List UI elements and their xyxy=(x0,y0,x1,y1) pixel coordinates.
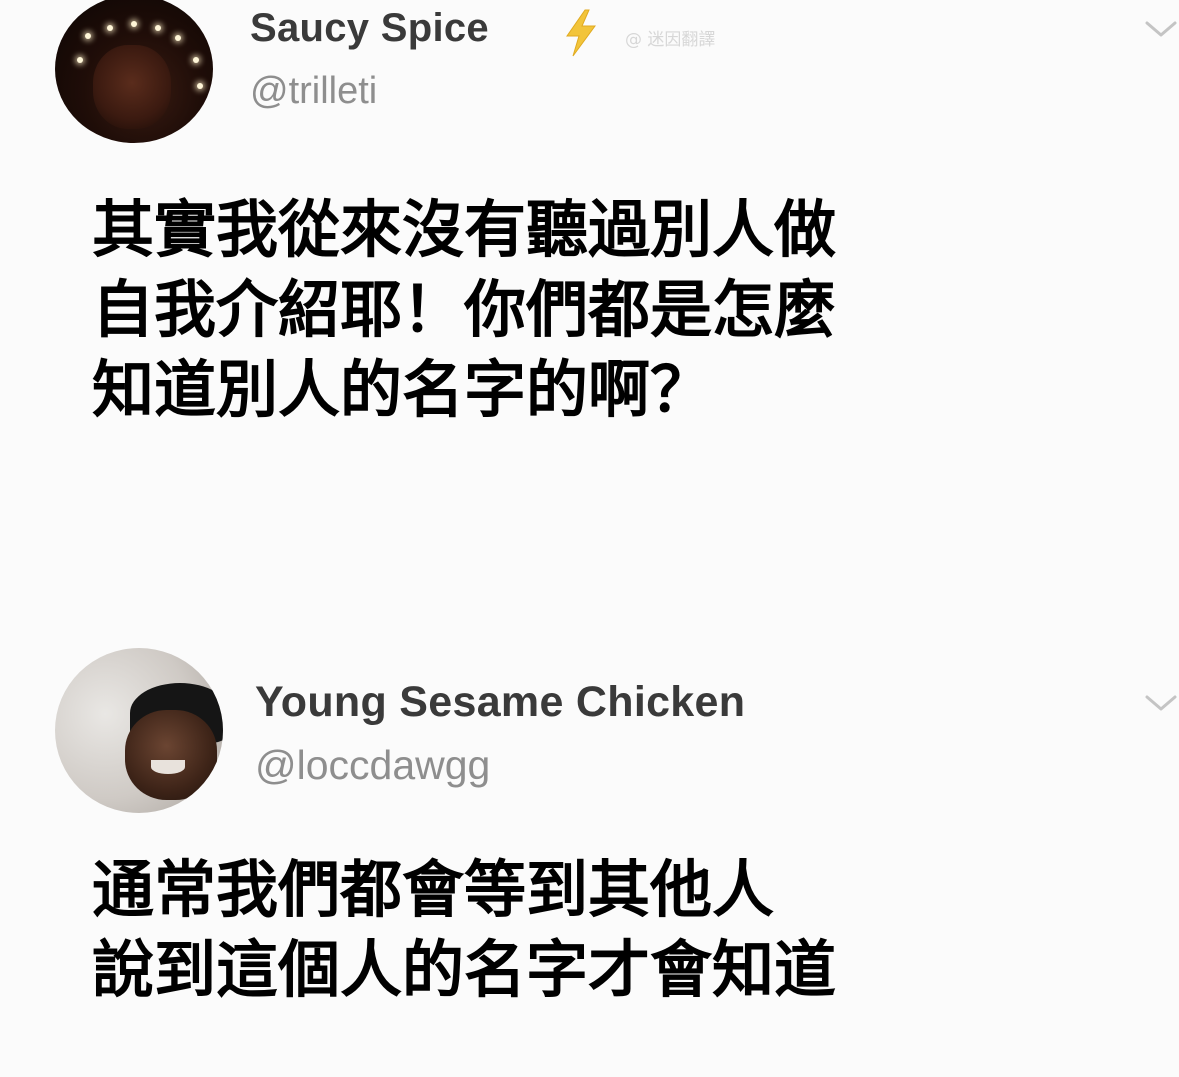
sparkle-icon xyxy=(155,25,161,31)
tweet-text-line: 其實我從來沒有聽過別人做 xyxy=(92,193,837,266)
chevron-down-icon[interactable] xyxy=(1143,692,1179,714)
screenshot-page: Saucy Spice @ 迷因翻譯 @trilleti 其實我從來沒有聽過別人… xyxy=(0,0,1179,1077)
avatar-mouth xyxy=(151,760,185,774)
chevron-down-icon[interactable] xyxy=(1143,18,1179,40)
watermark: @ 迷因翻譯 xyxy=(625,30,716,50)
sparkle-icon xyxy=(175,35,181,41)
tweet-text: 通常我們都會等到其他人 說到這個人的名字才會知道 xyxy=(92,850,836,1010)
handle[interactable]: @trilleti xyxy=(250,70,377,113)
avatar[interactable] xyxy=(55,648,223,813)
sparkle-icon xyxy=(193,57,199,63)
tweet-text-line: 說到這個人的名字才會知道 xyxy=(92,933,837,1006)
handle[interactable]: @loccdawgg xyxy=(255,742,490,789)
tweet-text-line: 自我介紹耶！你們都是怎麼 xyxy=(92,273,837,346)
display-name[interactable]: Saucy Spice xyxy=(250,6,489,51)
sparkle-icon xyxy=(197,83,203,89)
display-name[interactable]: Young Sesame Chicken xyxy=(255,678,745,727)
sparkle-icon xyxy=(77,57,83,63)
tweet-text: 其實我從來沒有聽過別人做 自我介紹耶！你們都是怎麼 知道別人的名字的啊？ xyxy=(92,190,836,430)
tweet-card: Young Sesame Chicken @loccdawgg 通常我們都會等到… xyxy=(0,620,1179,1077)
avatar[interactable] xyxy=(55,0,213,143)
avatar-face xyxy=(125,710,217,800)
lightning-icon xyxy=(566,9,596,57)
tweet-text-line: 知道別人的名字的啊？ xyxy=(92,353,713,426)
sparkle-icon xyxy=(107,25,113,31)
sparkle-icon xyxy=(131,21,137,27)
avatar-face xyxy=(93,45,171,129)
tweet-text-line: 通常我們都會等到其他人 xyxy=(92,853,775,926)
sparkle-icon xyxy=(85,33,91,39)
tweet-card: Saucy Spice @ 迷因翻譯 @trilleti 其實我從來沒有聽過別人… xyxy=(0,0,1179,560)
